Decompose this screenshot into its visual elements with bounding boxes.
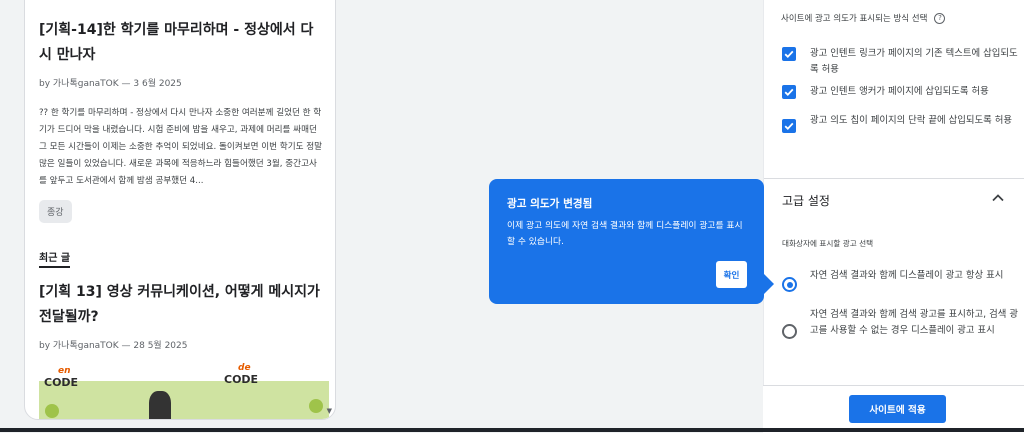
taskbar-strip xyxy=(0,428,1024,432)
radio-selected-icon[interactable] xyxy=(782,277,797,292)
recent-posts-heading: 최근 글 xyxy=(39,249,71,268)
thumbnail-decode-text: de CODE xyxy=(224,363,259,386)
checkbox-checked-icon[interactable] xyxy=(782,47,796,61)
post-meta-2: by 가나톡ganaTOK — 28 5월 2025 xyxy=(39,341,188,351)
help-icon[interactable]: ? xyxy=(934,13,946,24)
advanced-settings-title[interactable]: 고급 설정 xyxy=(782,192,830,209)
settings-panel: 사이트에 광고 의도가 표시되는 방식 선택? 광고 인텐트 링크가 페이지의 … xyxy=(763,0,1024,432)
post-tag[interactable]: 종강 xyxy=(39,200,72,223)
apply-to-site-button[interactable]: 사이트에 적용 xyxy=(849,395,946,423)
popup-title: 광고 의도가 변경됨 xyxy=(507,198,593,210)
popup-confirm-button[interactable]: 확인 xyxy=(716,261,747,288)
article-card: [기획-14]한 학기를 마무리하며 - 정상에서 다시 만나자 by 가나톡g… xyxy=(24,0,336,420)
radio-label: 자연 검색 결과와 함께 검색 광고를 표시하고, 검색 광고를 사용할 수 없… xyxy=(810,309,1018,336)
post-meta-1: by 가나톡ganaTOK — 3 6월 2025 xyxy=(39,79,182,89)
checkbox-label: 광고 인텐트 링크가 페이지의 기존 텍스트에 삽입되도록 허용 xyxy=(810,48,1018,75)
scroll-down-icon[interactable]: ▼ xyxy=(327,407,332,415)
post-title-1[interactable]: [기획-14]한 학기를 마무리하며 - 정상에서 다시 만나자 xyxy=(39,18,324,68)
checkbox-checked-icon[interactable] xyxy=(782,119,796,133)
post-title-2[interactable]: [기획 13] 영상 커뮤니케이션, 어떻게 메시지가 전달될까? xyxy=(39,280,324,330)
checkbox-label: 광고 인텐트 앵커가 페이지에 삽입되도록 허용 xyxy=(810,86,989,97)
thumbnail-encode-text: en CODE xyxy=(44,366,79,389)
post-thumbnail[interactable]: en CODE de CODE xyxy=(39,359,329,419)
dialog-ad-select-label: 대화상자에 표시할 광고 선택 xyxy=(782,239,874,248)
checkbox-checked-icon[interactable] xyxy=(782,85,796,99)
chevron-up-icon[interactable] xyxy=(991,190,1005,209)
checkbox-label: 광고 의도 칩이 페이지의 단락 끝에 삽입되도록 허용 xyxy=(810,115,1012,126)
display-method-heading: 사이트에 광고 의도가 표시되는 방식 선택? xyxy=(781,12,946,24)
radio-unselected-icon[interactable] xyxy=(782,324,797,339)
ad-intent-changed-popup: 광고 의도가 변경됨 이제 광고 의도에 자연 검색 결과와 함께 디스플레이 … xyxy=(489,179,764,304)
divider xyxy=(764,178,1024,179)
popup-body: 이제 광고 의도에 자연 검색 결과와 함께 디스플레이 광고를 표시할 수 있… xyxy=(507,221,743,247)
popup-pointer xyxy=(764,274,774,294)
radio-label: 자연 검색 결과와 함께 디스플레이 광고 항상 표시 xyxy=(810,270,1004,281)
article-list: [기획-14]한 학기를 마무리하며 - 정상에서 다시 만나자 by 가나톡g… xyxy=(39,11,324,351)
panel-footer: 사이트에 적용 xyxy=(763,385,1024,433)
post-excerpt-1: ?? 한 학기를 마무리하며 - 정상에서 다시 만나자 소중한 여러분께 길었… xyxy=(39,108,323,186)
